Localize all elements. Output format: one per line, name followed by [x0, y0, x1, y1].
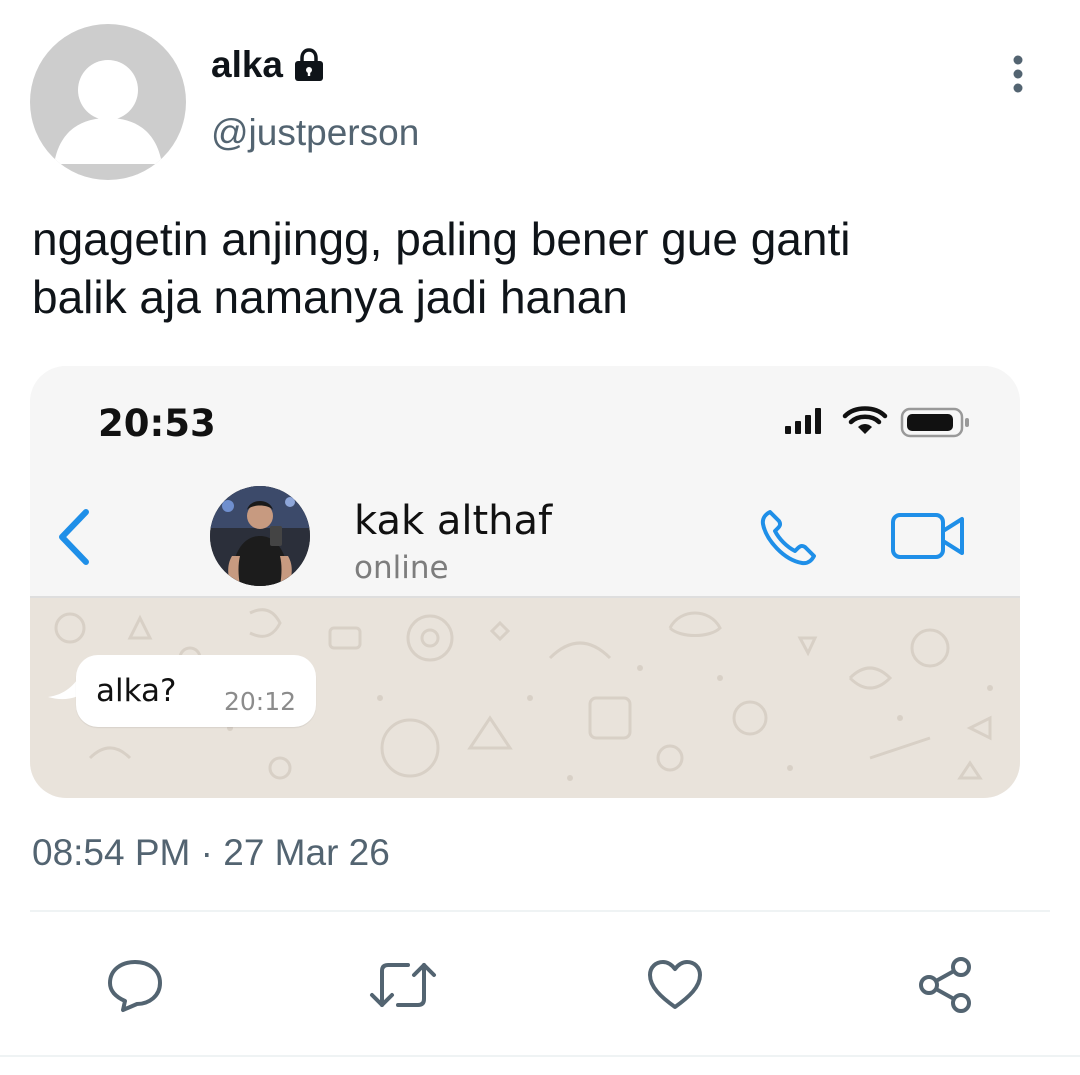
tweet-text-line-1: ngagetin anjingg, paling bener gue ganti: [32, 213, 851, 265]
contact-avatar[interactable]: [210, 486, 310, 586]
reply-button[interactable]: [100, 950, 170, 1020]
tweet-timestamp[interactable]: 08:54 PM · 27 Mar 26: [32, 832, 390, 874]
more-options-button[interactable]: [998, 52, 1038, 96]
phone-clock: 20:53: [98, 402, 216, 445]
status-icons: [785, 406, 969, 438]
author-avatar[interactable]: [30, 24, 186, 180]
wifi-icon: [842, 406, 888, 434]
tweet-text-line-2: balik aja namanya jadi hanan: [32, 271, 628, 323]
phone-call-icon[interactable]: [756, 506, 820, 570]
message-time: 20:12: [224, 687, 297, 716]
bottom-divider: [0, 1055, 1080, 1057]
share-button[interactable]: [910, 950, 980, 1020]
attached-screenshot[interactable]: 20:53 kak althaf online alka? 20:12: [30, 366, 1020, 798]
like-icon: [648, 960, 702, 1009]
default-avatar-icon: [54, 60, 162, 164]
author-name[interactable]: alka: [211, 44, 283, 86]
share-icon: [919, 957, 971, 1013]
incoming-message-bubble[interactable]: alka? 20:12: [76, 655, 316, 727]
battery-icon: [900, 407, 969, 438]
phone-status-bar: 20:53: [30, 366, 1020, 476]
divider: [30, 910, 1050, 912]
retweet-icon: [370, 963, 436, 1007]
video-call-icon[interactable]: [890, 511, 966, 561]
lock-icon: [295, 48, 324, 81]
contact-name: kak althaf: [354, 498, 553, 544]
contact-photo: [210, 486, 310, 586]
author-name-row[interactable]: alka: [211, 44, 327, 86]
like-button[interactable]: [640, 950, 710, 1020]
author-handle[interactable]: @justperson: [211, 112, 419, 154]
signal-icon: [785, 408, 821, 434]
contact-status: online: [354, 550, 449, 586]
tweet-text: ngagetin anjingg, paling bener gue ganti…: [32, 210, 1042, 326]
more-vertical-icon: [1013, 55, 1023, 93]
back-chevron-icon[interactable]: [54, 506, 94, 568]
chat-header: kak althaf online: [30, 476, 1020, 598]
message-text: alka?: [96, 673, 177, 709]
reply-icon: [108, 960, 162, 1012]
retweet-button[interactable]: [368, 950, 438, 1020]
